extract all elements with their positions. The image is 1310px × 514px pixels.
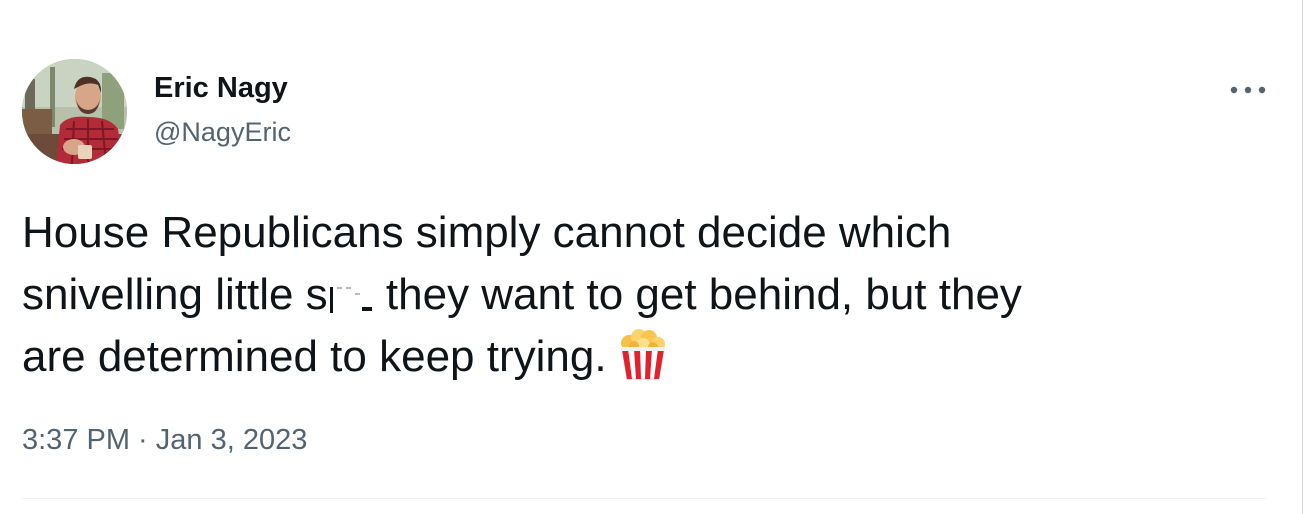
tweet-text-line-1: House Republicans simply cannot decide w… xyxy=(22,208,952,257)
avatar[interactable] xyxy=(22,59,127,164)
tweet-text-line-2: snivelling little s they want to get beh… xyxy=(22,264,1262,326)
censored-word xyxy=(327,279,374,313)
popcorn-icon xyxy=(617,327,669,381)
tweet-text-line-3: are determined to keep trying. xyxy=(22,326,1262,388)
tweet-text: House Republicans simply cannot decide w… xyxy=(22,202,1262,388)
more-options-icon xyxy=(1230,86,1266,94)
author-info: Eric Nagy @NagyEric xyxy=(154,70,291,150)
tweet-text-line-3-text: are determined to keep trying. xyxy=(22,332,607,381)
tweet-timestamp[interactable]: 3:37 PM · Jan 3, 2023 xyxy=(22,422,307,458)
avatar-photo xyxy=(22,59,127,164)
tweet-text-line-2-start: snivelling little s xyxy=(22,270,328,319)
bottom-divider xyxy=(22,498,1266,499)
more-options-button[interactable] xyxy=(1226,76,1270,104)
author-display-name[interactable]: Eric Nagy xyxy=(154,70,291,106)
tweet-text-line-2-end: they want to get behind, but they xyxy=(373,270,1022,319)
author-handle[interactable]: @NagyEric xyxy=(154,114,291,150)
panel-right-border xyxy=(1302,0,1303,514)
